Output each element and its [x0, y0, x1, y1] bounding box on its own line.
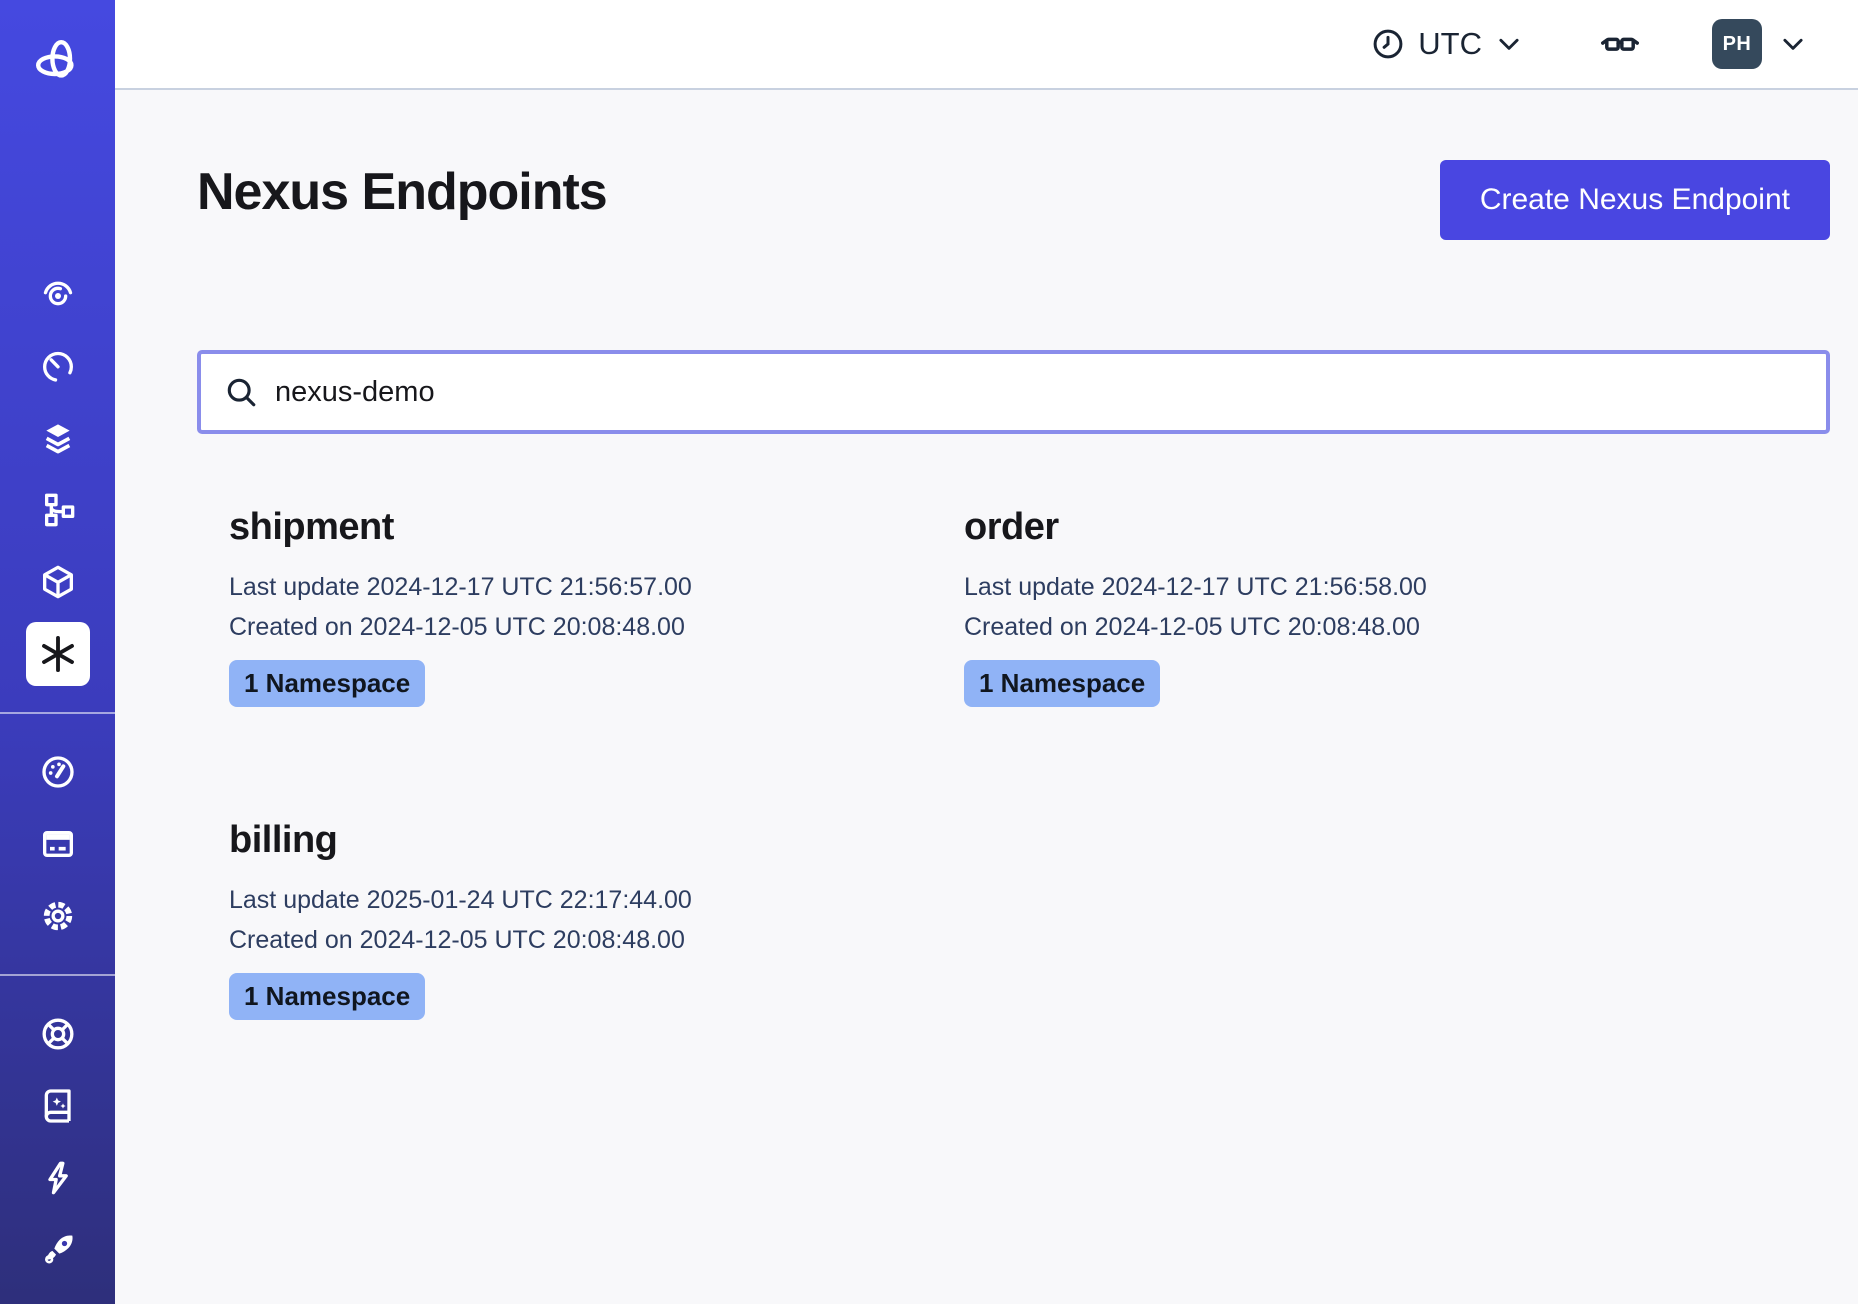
- endpoint-name: billing: [229, 819, 964, 862]
- namespaces-icon: [38, 562, 78, 602]
- temporal-logo-icon[interactable]: [34, 38, 82, 86]
- settings-gear-icon: [38, 896, 78, 936]
- search-icon: [223, 374, 259, 410]
- search-input[interactable]: [275, 376, 1804, 409]
- sidebar-item-deployments[interactable]: [26, 478, 90, 542]
- main-content: Nexus Endpoints Create Nexus Endpoint sh…: [115, 90, 1858, 1304]
- schedules-icon: [38, 346, 78, 386]
- view-options-button[interactable]: [1598, 22, 1642, 66]
- endpoint-created-on: Created on 2024-12-05 UTC 20:08:48.00: [229, 920, 964, 960]
- sidebar-item-billing[interactable]: [26, 812, 90, 876]
- batch-operations-icon: [38, 418, 78, 458]
- avatar: PH: [1712, 19, 1762, 69]
- page-title: Nexus Endpoints: [197, 160, 607, 224]
- endpoint-created-on: Created on 2024-12-05 UTC 20:08:48.00: [964, 607, 1699, 647]
- endpoint-card-billing[interactable]: billing Last update 2025-01-24 UTC 22:17…: [229, 819, 964, 1020]
- timezone-selector[interactable]: UTC: [1370, 26, 1524, 62]
- sidebar-item-docs[interactable]: [26, 1074, 90, 1138]
- lightning-icon: [38, 1158, 78, 1198]
- docs-book-icon: [38, 1086, 78, 1126]
- sidebar-item-support[interactable]: [26, 1002, 90, 1066]
- sidebar-divider: [0, 974, 115, 976]
- support-lifebuoy-icon: [38, 1014, 78, 1054]
- deployments-icon: [38, 490, 78, 530]
- usage-gauge-icon: [38, 752, 78, 792]
- timezone-label: UTC: [1418, 26, 1482, 62]
- clock-icon: [1370, 26, 1406, 62]
- billing-card-icon: [38, 824, 78, 864]
- sidebar-item-namespaces[interactable]: [26, 550, 90, 614]
- sidebar-item-feedback[interactable]: [26, 1146, 90, 1210]
- sidebar-item-getting-started[interactable]: [26, 1218, 90, 1282]
- endpoint-list: shipment Last update 2024-12-17 UTC 21:5…: [229, 506, 1830, 1020]
- endpoint-name: shipment: [229, 506, 964, 549]
- nexus-asterisk-icon: [37, 633, 79, 675]
- sidebar-item-nexus[interactable]: [26, 622, 90, 686]
- sidebar: [0, 0, 115, 1304]
- rocket-icon: [38, 1230, 78, 1270]
- sidebar-item-settings[interactable]: [26, 884, 90, 948]
- namespace-badge: 1 Namespace: [229, 660, 425, 707]
- sidebar-nav-primary: [0, 262, 115, 686]
- endpoint-card-shipment[interactable]: shipment Last update 2024-12-17 UTC 21:5…: [229, 506, 964, 707]
- create-nexus-endpoint-button[interactable]: Create Nexus Endpoint: [1440, 160, 1830, 240]
- page-head: Nexus Endpoints Create Nexus Endpoint: [197, 160, 1830, 240]
- endpoint-last-update: Last update 2024-12-17 UTC 21:56:58.00: [964, 567, 1699, 607]
- namespace-badge: 1 Namespace: [964, 660, 1160, 707]
- account-menu[interactable]: PH: [1712, 19, 1808, 69]
- endpoint-search[interactable]: [197, 350, 1830, 434]
- top-bar: UTC PH: [115, 0, 1858, 90]
- workflows-icon: [38, 274, 78, 314]
- chevron-down-icon: [1778, 29, 1808, 59]
- sidebar-item-batch-operations[interactable]: [26, 406, 90, 470]
- namespace-badge: 1 Namespace: [229, 973, 425, 1020]
- sidebar-item-schedules[interactable]: [26, 334, 90, 398]
- endpoint-name: order: [964, 506, 1699, 549]
- endpoint-last-update: Last update 2024-12-17 UTC 21:56:57.00: [229, 567, 964, 607]
- sidebar-item-workflows[interactable]: [26, 262, 90, 326]
- chevron-down-icon: [1494, 29, 1524, 59]
- sidebar-divider: [0, 712, 115, 714]
- sidebar-nav-help: [0, 1002, 115, 1282]
- sidebar-item-usage[interactable]: [26, 740, 90, 804]
- glasses-icon: [1598, 22, 1642, 66]
- sidebar-nav-account: [0, 740, 115, 948]
- endpoint-last-update: Last update 2025-01-24 UTC 22:17:44.00: [229, 880, 964, 920]
- endpoint-card-order[interactable]: order Last update 2024-12-17 UTC 21:56:5…: [964, 506, 1699, 707]
- endpoint-created-on: Created on 2024-12-05 UTC 20:08:48.00: [229, 607, 964, 647]
